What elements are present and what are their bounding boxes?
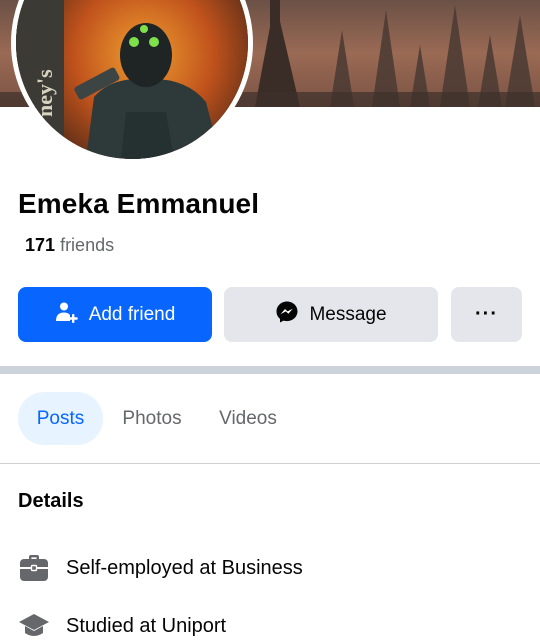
- detail-education-text: Studied at Uniport: [66, 614, 227, 637]
- friends-count-label: friends: [60, 235, 115, 255]
- tabs-divider: [0, 463, 540, 464]
- detail-education: Studied at Uniport: [18, 610, 226, 640]
- briefcase-icon: [18, 552, 50, 584]
- message-label: Message: [309, 303, 387, 325]
- avatar[interactable]: ney's: [16, 0, 248, 159]
- tab-videos[interactable]: Videos: [206, 392, 290, 445]
- messenger-icon: [275, 300, 299, 330]
- friends-count-number: 171: [25, 235, 56, 255]
- add-friend-button[interactable]: Add friend: [18, 287, 212, 342]
- details-heading: Details: [18, 490, 84, 512]
- tab-posts[interactable]: Posts: [18, 392, 103, 445]
- more-options-button[interactable]: ···: [451, 287, 522, 342]
- friends-count[interactable]: 171 friends: [25, 235, 114, 256]
- graduation-cap-icon: [18, 610, 50, 640]
- message-button[interactable]: Message: [224, 287, 438, 342]
- add-friend-icon: [55, 300, 79, 330]
- section-divider: [0, 366, 540, 374]
- more-icon: ···: [475, 303, 498, 325]
- tab-photos[interactable]: Photos: [108, 392, 196, 445]
- detail-work: Self-employed at Business: [18, 552, 303, 584]
- avatar-image: ney's: [16, 0, 248, 159]
- detail-work-text: Self-employed at Business: [66, 556, 303, 579]
- profile-name: Emeka Emmanuel: [18, 188, 260, 219]
- add-friend-label: Add friend: [88, 303, 176, 325]
